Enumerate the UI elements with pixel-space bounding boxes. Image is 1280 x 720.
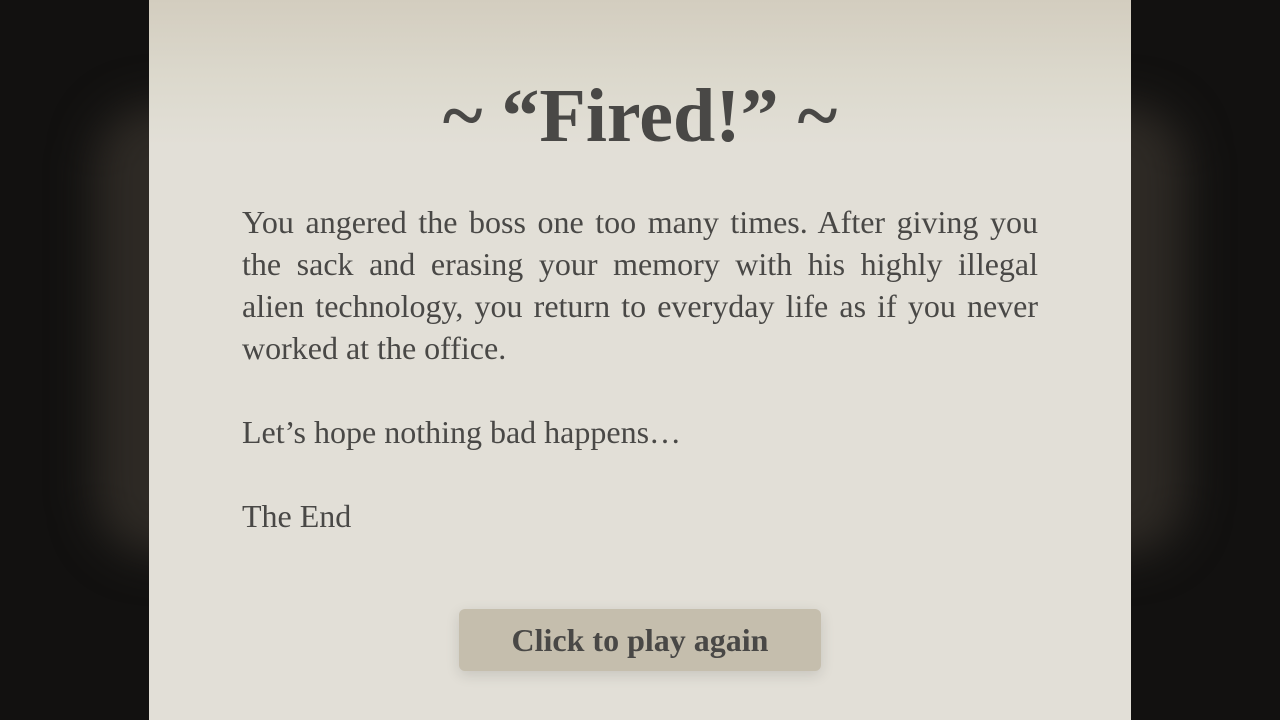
ending-text: You angered the boss one too many times.…: [242, 201, 1038, 579]
ending-paragraph: You angered the boss one too many times.…: [242, 204, 1038, 366]
ending-paragraph: Let’s hope nothing bad happens…: [242, 414, 682, 450]
the-end-label: The End: [242, 498, 352, 534]
ending-title: ~ “Fired!” ~: [442, 74, 838, 158]
ending-page: ~ “Fired!” ~ You angered the boss one to…: [149, 0, 1131, 720]
play-again-button[interactable]: Click to play again: [459, 609, 821, 671]
